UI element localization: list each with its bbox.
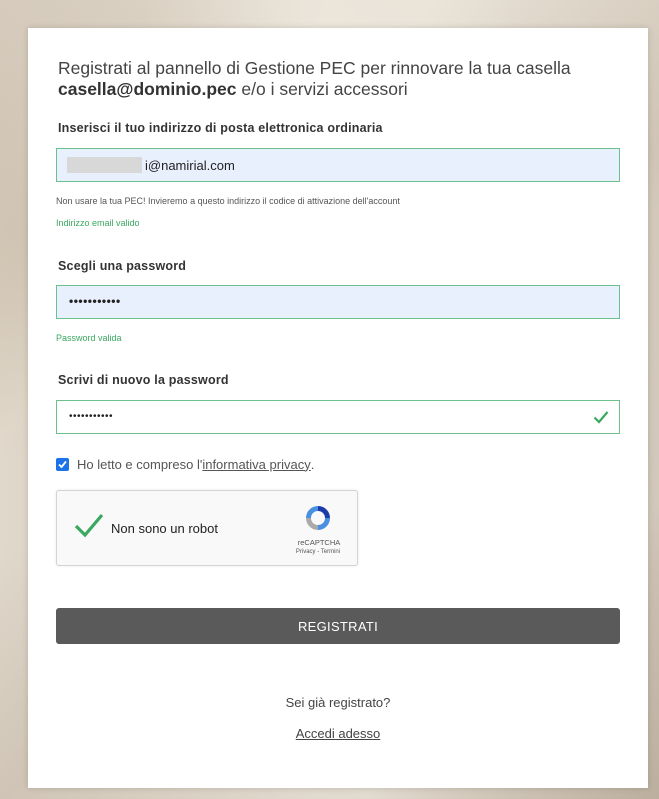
email-label: Inserisci il tuo indirizzo di posta elet… (58, 121, 383, 135)
intro-suffix: e/o i servizi accessori (236, 79, 408, 99)
recaptcha-widget[interactable]: Non sono un robot reCAPTCHA Privacy - Te… (56, 490, 358, 566)
already-registered-text: Sei già registrato? (285, 695, 391, 710)
login-link-row: Accedi adesso (28, 726, 648, 741)
privacy-checkbox[interactable] (56, 457, 69, 471)
email-value: i@namirial.com (145, 158, 235, 173)
password-value: ••••••••••• (69, 294, 121, 308)
captcha-terms[interactable]: Privacy - Termini (283, 549, 353, 555)
intro-text: Registrati al pannello di Gestione PEC p… (58, 58, 618, 100)
captcha-check-icon (74, 513, 104, 538)
privacy-prefix: Ho letto e compreso l' (77, 456, 203, 472)
email-valid-message: Indirizzo email valido (56, 218, 140, 228)
redacted-area (67, 157, 142, 173)
password-valid-message: Password valida (56, 333, 122, 343)
registration-card: Registrati al pannello di Gestione PEC p… (28, 28, 648, 788)
email-hint: Non usare la tua PEC! Invieremo a questo… (56, 196, 400, 206)
password-field[interactable]: ••••••••••• (56, 285, 620, 319)
password-confirm-field[interactable]: ••••••••••• (56, 400, 620, 434)
password-confirm-label: Scrivi di nuovo la password (58, 373, 229, 387)
privacy-suffix: . (310, 456, 315, 472)
privacy-link[interactable]: informativa privacy (202, 457, 310, 472)
privacy-row: Ho letto e compreso l' informativa privac… (56, 455, 314, 473)
check-icon (593, 411, 609, 424)
login-link[interactable]: Accedi adesso (296, 726, 381, 741)
email-field[interactable]: i@namirial.com (56, 148, 620, 182)
captcha-label: Non sono un robot (111, 521, 218, 536)
password-label: Scegli una password (58, 259, 187, 273)
password-confirm-value: ••••••••••• (69, 411, 114, 422)
captcha-brand: reCAPTCHA (297, 538, 341, 547)
recaptcha-logo-icon (306, 506, 330, 530)
register-button[interactable]: REGISTRATI (56, 608, 620, 644)
checkbox-check-icon (58, 460, 67, 468)
mailbox-address: casella@dominio.pec (58, 79, 237, 99)
intro-sentence: Registrati al pannello di Gestione PEC p… (58, 58, 571, 78)
